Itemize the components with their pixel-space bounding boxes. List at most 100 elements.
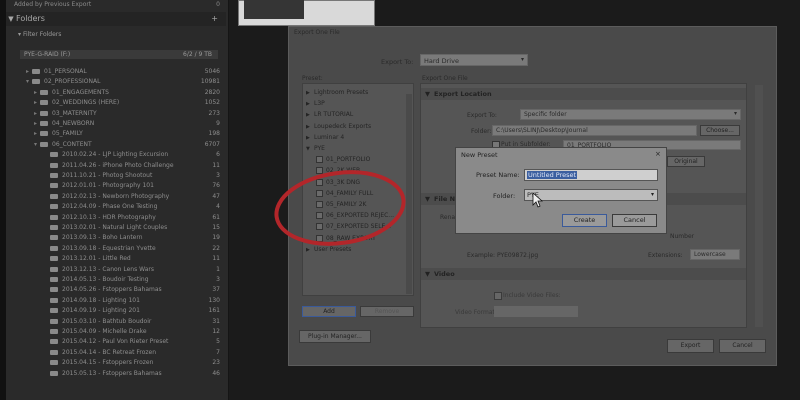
expanded-triangle-icon[interactable]: ▼ [306, 144, 314, 154]
folder-icon [50, 256, 58, 262]
folder-row[interactable]: ▾ 02_PROFESSIONAL 10981 [10, 76, 222, 87]
preset-checkbox[interactable] [316, 212, 323, 220]
folder-row[interactable]: 2015.04.09 - Michelle Drake 12 [10, 326, 222, 337]
preset-group[interactable]: ▶ L3P [306, 99, 325, 109]
folder-row[interactable]: 2015.04.14 - BC Retreat Frozen 7 [10, 347, 222, 358]
collapsed-triangle-icon[interactable]: ▶ [306, 110, 314, 120]
settings-scrollbar[interactable] [755, 85, 763, 327]
preset-item[interactable]: 02_2K WEB [316, 166, 360, 176]
add-folder-plus-icon[interactable]: + [211, 12, 218, 26]
export-button[interactable]: Export [667, 339, 714, 353]
volume-bar[interactable]: PYE-G-RAID (F:) 6/2 / 9 TB [20, 50, 218, 59]
remove-preset-button[interactable]: Remove [360, 306, 414, 317]
preset-item[interactable]: 06_EXPORTED REJEC... [316, 211, 394, 221]
folder-icon [40, 89, 48, 95]
choose-button[interactable]: Choose... [700, 125, 740, 136]
folder-row[interactable]: 2013.09.13 - Boho Lantern 19 [10, 232, 222, 243]
extensions-select[interactable]: Lowercase [690, 249, 740, 260]
folder-row[interactable]: 2012.02.13 - Newborn Photography 47 [10, 191, 222, 202]
preset-group[interactable]: ▶ Luminar 4 [306, 133, 344, 143]
preset-item[interactable]: 08_RAW EXPORT [316, 234, 376, 244]
folders-header[interactable]: ▼ Folders + [6, 12, 226, 26]
export-location-header[interactable]: ▼ Export Location [421, 88, 746, 100]
folder-icon [50, 235, 58, 241]
preset-scrollbar[interactable] [406, 94, 412, 294]
preset-group[interactable]: ▶ User Presets [306, 245, 351, 255]
preset-checkbox[interactable] [316, 234, 323, 242]
export-to-select[interactable]: Hard Drive ▾ [420, 54, 528, 66]
preset-name-value[interactable]: Untitled Preset [527, 171, 578, 179]
video-format-select[interactable] [494, 306, 578, 317]
folder-row[interactable]: 2013.12.13 - Canon Lens Wars 1 [10, 264, 222, 275]
preset-item[interactable]: 07_EXPORTED SELE... [316, 222, 391, 232]
preset-item[interactable]: 05_FAMILY 2K [316, 200, 366, 210]
preset-item[interactable]: 01_PORTFOLIO [316, 155, 370, 165]
plugin-manager-button[interactable]: Plug-in Manager... [299, 330, 371, 343]
folder-row[interactable]: 2011.04.26 - iPhone Photo Challenge 11 [10, 160, 222, 171]
preset-checkbox[interactable] [316, 178, 323, 186]
collapsed-triangle-icon[interactable]: ▶ [306, 88, 314, 98]
create-button[interactable]: Create [562, 214, 607, 227]
folder-row[interactable]: ▸ 03_MATERNITY 273 [10, 108, 222, 119]
volume-name: PYE-G-RAID (F:) [24, 51, 71, 58]
new-preset-cancel-button[interactable]: Cancel [612, 214, 657, 227]
folder-path-select[interactable]: C:\Users\SLINJ\Desktop\Journal [492, 125, 697, 136]
folder-count: 2820 [204, 88, 220, 96]
collapse-triangle-icon[interactable]: ▼ [6, 12, 16, 26]
preset-group[interactable]: ▶ Lightroom Presets [306, 88, 368, 98]
folder-row[interactable]: ▾ 06_CONTENT 6707 [10, 139, 222, 150]
folder-row[interactable]: ▸ 01_PERSONAL 5046 [10, 66, 222, 77]
collapsed-triangle-icon[interactable]: ▶ [306, 99, 314, 109]
folder-row[interactable]: 2010.02.24 - LJP Lighting Excursion 6 [10, 149, 222, 160]
collapsed-triangle-icon[interactable]: ▶ [306, 133, 314, 143]
folder-row[interactable]: 2015.04.15 - Fstoppers Frozen 23 [10, 357, 222, 368]
preset-item[interactable]: 03_3K DNG [316, 178, 360, 188]
folder-count: 3 [216, 172, 220, 179]
cancel-button[interactable]: Cancel [719, 339, 766, 353]
folder-row[interactable]: 2013.02.01 - Natural Light Couples 15 [10, 222, 222, 233]
preset-label: Luminar 4 [314, 133, 345, 141]
folder-row[interactable]: ▸ 04_NEWBORN 9 [10, 118, 222, 129]
folder-row[interactable]: 2012.04.09 - Phase One Testing 4 [10, 201, 222, 212]
preset-item[interactable]: 04_FAMILY FULL [316, 189, 373, 199]
folder-row[interactable]: 2014.09.18 - Lighting 101 130 [10, 295, 222, 306]
video-title: Video [434, 270, 455, 278]
folder-row[interactable]: 2014.05.13 - Boudoir Testing 3 [10, 274, 222, 285]
collapsed-triangle-icon[interactable]: ▶ [306, 122, 314, 132]
preset-group[interactable]: ▼ PYE [306, 144, 325, 154]
folder-row[interactable]: ▸ 01_ENGAGEMENTS 2820 [10, 87, 222, 98]
preset-checkbox[interactable] [316, 156, 323, 164]
folder-count: 76 [212, 182, 220, 190]
collapsed-triangle-icon[interactable]: ▶ [306, 245, 314, 255]
preset-checkbox[interactable] [316, 223, 323, 231]
preset-folder-select[interactable]: PYE ▾ [524, 189, 658, 201]
export-to2-value: Specific folder [524, 111, 567, 118]
video-header[interactable]: ▼ Video [421, 268, 746, 280]
folder-row[interactable]: 2013.09.18 - Equestrian Yvette 22 [10, 243, 222, 254]
include-video-checkbox[interactable] [494, 292, 502, 300]
preset-group[interactable]: ▶ LR TUTORIAL [306, 110, 353, 120]
folder-row[interactable]: 2014.05.26 - Fstoppers Bahamas 37 [10, 284, 222, 295]
folder-row[interactable]: 2011.10.21 - Photog Shootout 3 [10, 170, 222, 181]
folder-row[interactable]: 2014.09.19 - Lighting 201 161 [10, 305, 222, 316]
folder-row[interactable]: 2012.10.13 - HDR Photography 61 [10, 212, 222, 223]
preset-checkbox[interactable] [316, 167, 323, 175]
folder-row[interactable]: 2015.04.12 - Paul Von Rieter Preset 5 [10, 336, 222, 347]
folder-count: 130 [208, 296, 220, 304]
folder-row[interactable]: 2015.05.13 - Fstoppers Bahamas 46 [10, 368, 222, 379]
video-format-label: Video Format: [455, 309, 497, 316]
folder-row[interactable]: 2015.03.10 - Bathtub Boudoir 31 [10, 316, 222, 327]
added-by-previous-export[interactable]: Added by Previous Export 0 [14, 0, 224, 10]
folder-row[interactable]: 2013.12.01 - Little Red 11 [10, 253, 222, 264]
preset-checkbox[interactable] [316, 189, 323, 197]
folder-row[interactable]: ▸ 05_FAMILY 198 [10, 128, 222, 139]
folder-row[interactable]: 2012.01.01 - Photography 101 76 [10, 180, 222, 191]
export-to2-select[interactable]: Specific folder ▾ [520, 109, 741, 120]
add-preset-button[interactable]: Add [302, 306, 356, 317]
filter-folders[interactable]: ▾ Filter Folders [18, 30, 218, 40]
preset-group[interactable]: ▶ Loupedeck Exports [306, 122, 371, 132]
original-button[interactable]: Original [667, 156, 705, 167]
preset-checkbox[interactable] [316, 201, 323, 208]
folder-row[interactable]: ▸ 02_WEDDINGS (HERE) 1052 [10, 97, 222, 108]
close-icon[interactable]: × [655, 150, 661, 158]
